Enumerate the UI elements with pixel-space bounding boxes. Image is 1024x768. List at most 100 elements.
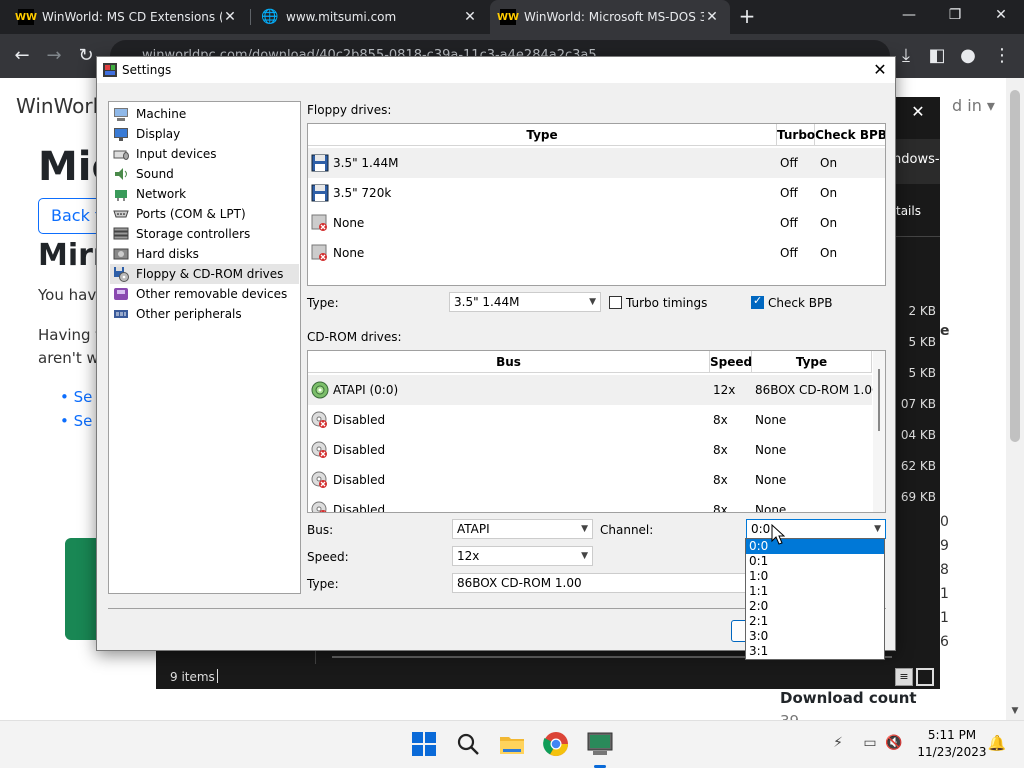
floppy-row[interactable]: 3.5" 1.44M Off On [308, 148, 885, 178]
notification-bell-icon[interactable]: 🔔 [987, 734, 1007, 754]
back-arrow-icon[interactable]: ← [10, 44, 34, 68]
chevron-down-icon: ▼ [874, 524, 881, 534]
bus-select[interactable]: ATAPI ▼ [452, 519, 593, 539]
category-machine[interactable]: Machine [110, 104, 299, 124]
browser-tab-mitsumi[interactable]: 🌐 www.mitsumi.com ✕ [252, 0, 488, 34]
floppy-type-value: 3.5" 1.44M [454, 295, 520, 309]
cdrom-type-select[interactable]: 86BOX CD-ROM 1.00 [452, 573, 746, 593]
col-header-type[interactable]: Type [752, 351, 872, 373]
channel-label: Channel: [600, 523, 654, 537]
category-other-peripherals[interactable]: Other peripherals [110, 304, 299, 324]
channel-option[interactable]: 0:1 [746, 554, 884, 569]
check-bpb-checkbox[interactable] [751, 294, 764, 309]
dialog-close-icon[interactable]: ✕ [867, 59, 893, 81]
86box-app-icon [103, 63, 117, 77]
channel-select[interactable]: 0:0 ▼ [746, 519, 886, 539]
tab-close-icon[interactable]: ✕ [222, 9, 238, 25]
speed-select[interactable]: 12x ▼ [452, 546, 593, 566]
details-view-icon[interactable]: ≡ [895, 668, 913, 686]
tab-close-icon[interactable]: ✕ [462, 9, 478, 25]
window-close-icon[interactable]: ✕ [978, 0, 1024, 32]
category-hard-disks[interactable]: Hard disks [110, 244, 299, 264]
turbo-timings-label[interactable]: Turbo timings [626, 296, 707, 310]
tab-close-icon[interactable]: ✕ [704, 9, 720, 25]
cdrom-row[interactable]: Disabled 8x None [308, 435, 872, 465]
channel-option[interactable]: 1:0 [746, 569, 884, 584]
taskbar-time[interactable]: 5:11 PM [922, 728, 982, 742]
tab-title: www.mitsumi.com [286, 10, 397, 24]
category-floppy-cdrom[interactable]: Floppy & CD-ROM drives [110, 264, 299, 284]
search-icon[interactable] [453, 729, 483, 759]
file-explorer-icon[interactable] [497, 729, 527, 759]
browser-tab-ms-cd-extensions[interactable]: WW WinWorld: MS CD Extensions (M ✕ [8, 0, 248, 34]
page-scrollbar-thumb[interactable] [1010, 90, 1020, 442]
col-header-bus[interactable]: Bus [308, 351, 710, 373]
cdrom-row[interactable]: Disabled 8x None [308, 465, 872, 495]
cdrom-speed: 8x [713, 473, 728, 487]
col-header-turbo[interactable]: Turbo [777, 124, 815, 146]
chrome-icon[interactable] [541, 729, 571, 759]
mirror-link[interactable]: • Se [60, 388, 92, 406]
floppy-type: 3.5" 720k [333, 186, 392, 200]
mouse-cursor-icon [771, 524, 785, 545]
category-other-removable[interactable]: Other removable devices [110, 284, 299, 304]
sign-in-link[interactable]: d in ▾ [952, 96, 995, 115]
category-label: Network [136, 187, 187, 201]
col-header-speed[interactable]: Speed [710, 351, 752, 373]
file-size: 5 KB [908, 335, 936, 349]
explorer-details-button[interactable]: tails [896, 204, 921, 218]
category-sound[interactable]: Sound [110, 164, 299, 184]
category-display[interactable]: Display [110, 124, 299, 144]
explorer-close-icon[interactable]: ✕ [906, 100, 930, 124]
reload-icon[interactable]: ↻ [74, 44, 98, 68]
category-storage-controllers[interactable]: Storage controllers [110, 224, 299, 244]
browser-tab-ms-dos[interactable]: WW WinWorld: Microsoft MS-DOS 3 ✕ [490, 0, 730, 34]
channel-option[interactable]: 3:0 [746, 629, 884, 644]
restore-icon[interactable]: ❐ [932, 0, 978, 32]
new-tab-button[interactable]: + [736, 6, 758, 28]
tab-title: WinWorld: MS CD Extensions (M [42, 10, 222, 24]
category-input-devices[interactable]: Input devices [110, 144, 299, 164]
minimize-icon[interactable]: — [886, 0, 932, 32]
dialog-titlebar[interactable]: Settings ✕ [97, 57, 895, 83]
channel-option[interactable]: 1:1 [746, 584, 884, 599]
taskbar-date[interactable]: 11/23/2023 [915, 745, 989, 759]
cdrom-bus: Disabled [333, 443, 386, 457]
forward-arrow-icon[interactable]: → [42, 44, 66, 68]
category-ports[interactable]: Ports (COM & LPT) [110, 204, 299, 224]
cdrom-row[interactable]: Disabled 8x None [308, 495, 872, 512]
profile-icon[interactable]: ● [956, 44, 980, 68]
menu-kebab-icon[interactable]: ⋮ [990, 44, 1014, 68]
cdrom-row[interactable]: ATAPI (0:0) 12x 86BOX CD-ROM 1.00 [308, 375, 880, 405]
floppy-row[interactable]: None Off On [308, 208, 885, 238]
display-status-icon[interactable]: ▭ [860, 735, 880, 755]
tiles-view-icon[interactable] [916, 668, 934, 686]
floppy-type-select[interactable]: 3.5" 1.44M ▼ [449, 292, 601, 312]
check-bpb-label[interactable]: Check BPB [768, 296, 832, 310]
turbo-timings-checkbox[interactable] [609, 296, 622, 309]
floppy-type: 3.5" 1.44M [333, 156, 399, 170]
scroll-down-icon[interactable]: ▼ [1006, 702, 1024, 720]
download-count-label: Download count [780, 689, 917, 707]
start-icon[interactable] [409, 729, 439, 759]
channel-option[interactable]: 0:0 [746, 539, 884, 554]
channel-option[interactable]: 2:0 [746, 599, 884, 614]
cdrom-table-scrollbar-thumb[interactable] [878, 369, 880, 431]
86box-icon[interactable] [585, 729, 615, 759]
category-list: Machine Display Input devices Sound Netw… [108, 101, 301, 594]
floppy-row[interactable]: None Off On [308, 238, 885, 268]
cdrom-row[interactable]: Disabled 8x None [308, 405, 872, 435]
network-icon[interactable]: ⚡ [828, 735, 848, 755]
side-number: 1 [940, 586, 949, 602]
side-panel-icon[interactable]: ◧ [925, 44, 949, 68]
col-header-check-bpb[interactable]: Check BPB [815, 124, 885, 146]
category-network[interactable]: Network [110, 184, 299, 204]
channel-option[interactable]: 3:1 [746, 644, 884, 659]
download-icon[interactable]: ⤓ [894, 44, 918, 68]
mirror-link[interactable]: • Se [60, 412, 92, 430]
floppy-check-bpb: On [820, 216, 838, 230]
volume-muted-icon[interactable]: 🔇 [884, 735, 904, 755]
channel-option[interactable]: 2:1 [746, 614, 884, 629]
col-header-type[interactable]: Type [308, 124, 777, 146]
floppy-row[interactable]: 3.5" 720k Off On [308, 178, 885, 208]
